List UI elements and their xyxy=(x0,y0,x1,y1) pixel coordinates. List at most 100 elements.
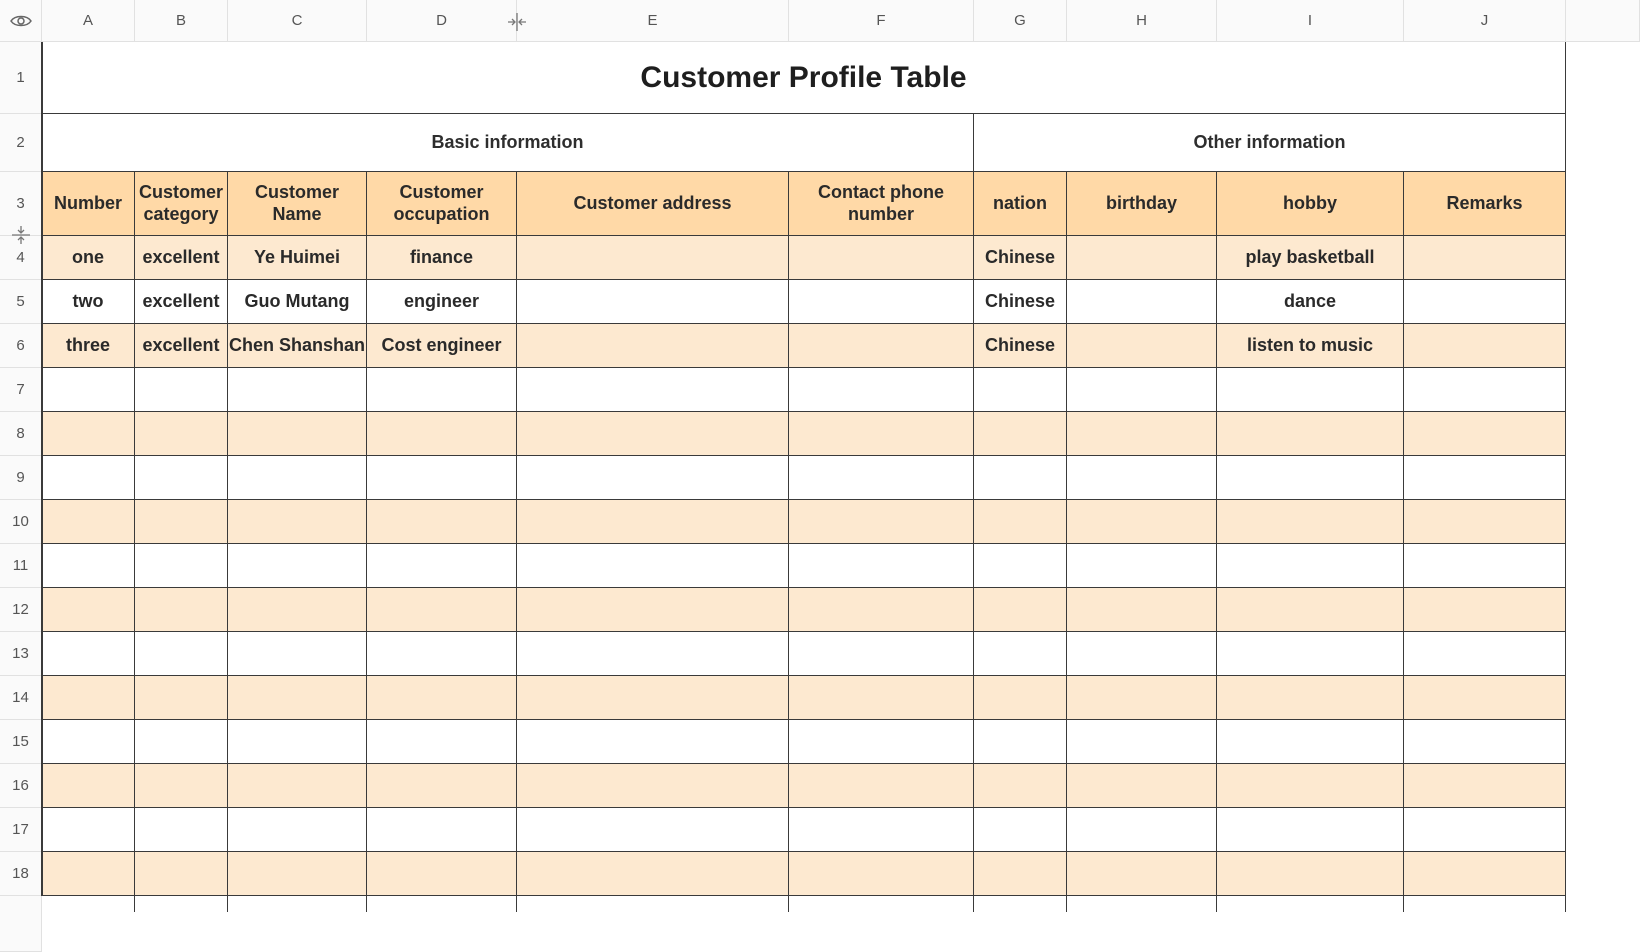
table-cell[interactable] xyxy=(135,368,228,412)
column-resize-icon[interactable] xyxy=(506,12,528,32)
table-cell[interactable] xyxy=(1404,720,1566,764)
table-cell[interactable] xyxy=(42,764,135,808)
row-resize-icon[interactable] xyxy=(11,224,31,246)
table-cell[interactable] xyxy=(517,280,789,324)
table-cell[interactable] xyxy=(974,632,1067,676)
table-cell[interactable]: finance xyxy=(367,236,517,280)
table-cell[interactable] xyxy=(367,808,517,852)
table-cell[interactable] xyxy=(1217,852,1404,896)
table-cell[interactable] xyxy=(1404,588,1566,632)
table-cell[interactable] xyxy=(1404,280,1566,324)
table-cell[interactable] xyxy=(1067,676,1217,720)
row-header-9[interactable]: 9 xyxy=(0,456,42,500)
table-cell[interactable] xyxy=(1404,412,1566,456)
table-cell[interactable]: Chen Shanshan xyxy=(228,324,367,368)
table-cell[interactable] xyxy=(1067,632,1217,676)
table-cell[interactable] xyxy=(42,500,135,544)
table-cell[interactable]: Chinese xyxy=(974,280,1067,324)
column-title-g[interactable]: nation xyxy=(974,172,1067,236)
table-cell[interactable] xyxy=(367,544,517,588)
table-cell[interactable]: excellent xyxy=(135,280,228,324)
table-cell[interactable] xyxy=(1217,500,1404,544)
column-title-d[interactable]: Customer occupation xyxy=(367,172,517,236)
table-cell[interactable] xyxy=(135,764,228,808)
table-cell[interactable] xyxy=(135,588,228,632)
table-cell[interactable] xyxy=(135,720,228,764)
column-title-a[interactable]: Number xyxy=(42,172,135,236)
table-cell[interactable] xyxy=(1067,412,1217,456)
row-header-11[interactable]: 11 xyxy=(0,544,42,588)
table-cell[interactable] xyxy=(517,588,789,632)
eye-icon[interactable] xyxy=(9,14,32,28)
table-cell[interactable] xyxy=(517,632,789,676)
table-cell[interactable] xyxy=(228,544,367,588)
table-cell[interactable] xyxy=(789,720,974,764)
table-cell[interactable] xyxy=(135,456,228,500)
table-cell[interactable] xyxy=(1404,368,1566,412)
table-cell[interactable] xyxy=(1217,544,1404,588)
table-cell[interactable] xyxy=(228,808,367,852)
table-cell[interactable] xyxy=(517,456,789,500)
table-cell[interactable] xyxy=(367,852,517,896)
table-cell[interactable] xyxy=(42,412,135,456)
table-cell[interactable] xyxy=(42,808,135,852)
column-title-i[interactable]: hobby xyxy=(1217,172,1404,236)
table-cell[interactable] xyxy=(228,368,367,412)
column-title-e[interactable]: Customer address xyxy=(517,172,789,236)
table-cell[interactable] xyxy=(42,720,135,764)
table-cell[interactable] xyxy=(789,588,974,632)
table-cell[interactable] xyxy=(228,456,367,500)
table-cell[interactable] xyxy=(974,588,1067,632)
table-cell[interactable] xyxy=(228,852,367,896)
table-cell[interactable] xyxy=(789,456,974,500)
table-cell[interactable] xyxy=(974,368,1067,412)
table-cell[interactable] xyxy=(517,808,789,852)
table-cell[interactable] xyxy=(1404,544,1566,588)
table-cell[interactable] xyxy=(367,676,517,720)
table-cell[interactable] xyxy=(1067,720,1217,764)
table-cell[interactable] xyxy=(789,632,974,676)
table-cell[interactable] xyxy=(228,720,367,764)
table-cell[interactable] xyxy=(1217,588,1404,632)
column-header-c[interactable]: C xyxy=(228,0,367,42)
table-cell[interactable] xyxy=(1404,676,1566,720)
row-header-7[interactable]: 7 xyxy=(0,368,42,412)
column-title-j[interactable]: Remarks xyxy=(1404,172,1566,236)
table-cell[interactable] xyxy=(517,720,789,764)
table-cell[interactable] xyxy=(1217,412,1404,456)
row-header-1[interactable]: 1 xyxy=(0,42,42,114)
column-header-d[interactable]: D xyxy=(367,0,517,42)
column-header-a[interactable]: A xyxy=(42,0,135,42)
table-cell[interactable] xyxy=(135,808,228,852)
table-cell[interactable] xyxy=(1067,500,1217,544)
table-cell[interactable] xyxy=(367,632,517,676)
row-header-17[interactable]: 17 xyxy=(0,808,42,852)
table-cell[interactable] xyxy=(135,544,228,588)
table-cell[interactable] xyxy=(367,456,517,500)
select-all-corner[interactable] xyxy=(0,0,42,42)
table-cell[interactable]: dance xyxy=(1217,280,1404,324)
column-header-e[interactable]: E xyxy=(517,0,789,42)
table-cell[interactable] xyxy=(228,764,367,808)
column-header-f[interactable]: F xyxy=(789,0,974,42)
table-cell[interactable] xyxy=(42,368,135,412)
table-cell[interactable] xyxy=(789,412,974,456)
table-cell[interactable] xyxy=(517,412,789,456)
table-cell[interactable] xyxy=(517,676,789,720)
table-cell[interactable] xyxy=(42,544,135,588)
table-cell[interactable] xyxy=(789,676,974,720)
table-cell[interactable] xyxy=(1217,456,1404,500)
table-cell[interactable]: two xyxy=(42,280,135,324)
table-cell[interactable]: Cost engineer xyxy=(367,324,517,368)
table-cell[interactable] xyxy=(1067,456,1217,500)
table-cell[interactable] xyxy=(789,368,974,412)
row-header-5[interactable]: 5 xyxy=(0,280,42,324)
table-cell[interactable] xyxy=(517,764,789,808)
table-cell[interactable]: listen to music xyxy=(1217,324,1404,368)
table-cell[interactable] xyxy=(1404,456,1566,500)
row-header-14[interactable]: 14 xyxy=(0,676,42,720)
table-cell[interactable]: excellent xyxy=(135,236,228,280)
table-cell[interactable] xyxy=(1404,236,1566,280)
table-cell[interactable] xyxy=(789,324,974,368)
row-header-16[interactable]: 16 xyxy=(0,764,42,808)
